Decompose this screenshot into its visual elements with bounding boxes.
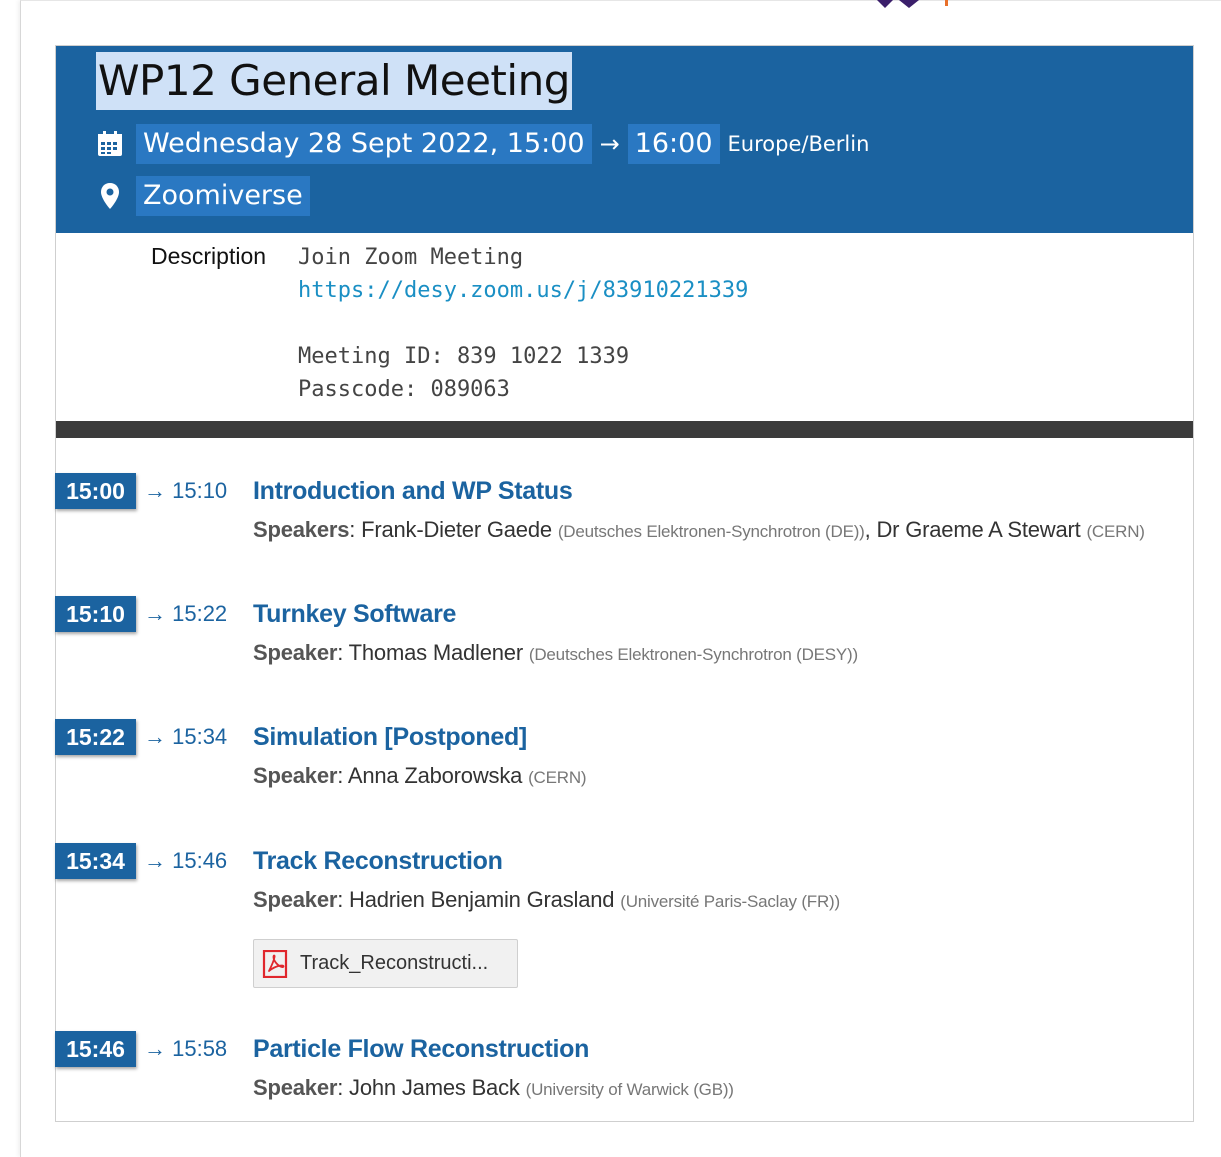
speaker-name[interactable]: Dr Graeme A Stewart	[876, 517, 1080, 542]
description-body: Join Zoom Meeting https://desy.zoom.us/j…	[298, 241, 748, 406]
join-text: Join Zoom Meeting	[298, 245, 524, 270]
speakers-label: Speaker	[253, 1075, 338, 1100]
zoom-link[interactable]: https://desy.zoom.us/j/83910221339	[298, 274, 748, 307]
speaker-affiliation: (Université Paris-Saclay (FR))	[620, 892, 840, 911]
section-divider	[56, 421, 1193, 438]
contribution-title-link[interactable]: Simulation [Postponed]	[253, 719, 527, 755]
speaker-affiliation: (CERN)	[528, 768, 587, 787]
passcode: Passcode: 089063	[298, 377, 510, 402]
logo-fragment	[877, 0, 948, 8]
end-time: → 15:22	[144, 601, 228, 626]
end-time: → 15:34	[144, 724, 228, 749]
contribution-title-link[interactable]: Track Reconstruction	[253, 843, 503, 879]
event-header: WP12 General Meeting Wednesday 28 Sept 2…	[56, 46, 1193, 233]
event-location[interactable]: Zoomiverse	[136, 176, 310, 216]
description-section: Description Join Zoom Meeting https://de…	[56, 233, 1193, 421]
pdf-icon	[262, 949, 288, 978]
attachment-label: Track_Reconstructi...	[300, 952, 489, 974]
start-time-badge: 15:10	[55, 596, 136, 632]
speaker-name[interactable]: Thomas Madlener	[349, 640, 524, 665]
page-title: WP12 General Meeting	[96, 52, 572, 110]
speakers-label: Speaker	[253, 887, 338, 912]
arrow-icon: →	[599, 130, 620, 158]
event-start-datetime: Wednesday 28 Sept 2022, 15:00	[136, 124, 592, 164]
start-time-badge: 15:22	[55, 719, 136, 755]
event-date-row: Wednesday 28 Sept 2022, 15:00 → 16:00 Eu…	[96, 124, 869, 164]
end-time: → 15:10	[144, 478, 228, 503]
speaker-affiliation: (Deutsches Elektronen-Synchrotron (DE))	[557, 522, 865, 541]
description-label: Description	[151, 243, 267, 269]
contribution-title-link[interactable]: Particle Flow Reconstruction	[253, 1031, 589, 1067]
calendar-icon	[98, 131, 122, 156]
contribution-title-link[interactable]: Turnkey Software	[253, 596, 456, 632]
speaker-affiliation: (CERN)	[1086, 522, 1145, 541]
speaker-affiliation: (University of Warwick (GB))	[525, 1080, 734, 1099]
map-pin-icon	[96, 182, 124, 210]
speakers-line: Speaker: John James Back (University of …	[253, 1075, 734, 1100]
speaker-name[interactable]: Hadrien Benjamin Grasland	[349, 887, 614, 912]
speakers-label: Speaker	[253, 763, 338, 788]
end-time: → 15:46	[144, 848, 228, 873]
event-card: WP12 General Meeting Wednesday 28 Sept 2…	[55, 45, 1194, 1122]
attachment-button[interactable]: Track_Reconstructi...	[253, 939, 518, 988]
event-location-row: Zoomiverse	[96, 176, 310, 216]
contribution-title-link[interactable]: Introduction and WP Status	[253, 473, 573, 509]
speakers-line: Speaker: Anna Zaborowska (CERN)	[253, 763, 587, 788]
speaker-affiliation: (Deutsches Elektronen-Synchrotron (DESY)…	[528, 645, 858, 664]
speaker-name[interactable]: John James Back	[349, 1075, 520, 1100]
start-time-badge: 15:00	[55, 473, 136, 509]
meeting-id: Meeting ID: 839 1022 1339	[298, 344, 630, 369]
speakers-label: Speakers	[253, 517, 350, 542]
speakers-line: Speaker: Hadrien Benjamin Grasland (Univ…	[253, 887, 840, 912]
event-end-time: 16:00	[627, 124, 720, 164]
start-time-badge: 15:34	[55, 843, 136, 879]
speakers-line: Speakers: Frank-Dieter Gaede (Deutsches …	[253, 517, 1145, 542]
speakers-line: Speaker: Thomas Madlener (Deutsches Elek…	[253, 640, 858, 665]
event-timezone: Europe/Berlin	[727, 132, 870, 156]
speaker-name[interactable]: Anna Zaborowska	[348, 763, 523, 788]
speakers-label: Speaker	[253, 640, 338, 665]
speaker-name[interactable]: Frank-Dieter Gaede	[361, 517, 552, 542]
end-time: → 15:58	[144, 1036, 228, 1061]
start-time-badge: 15:46	[55, 1031, 136, 1067]
